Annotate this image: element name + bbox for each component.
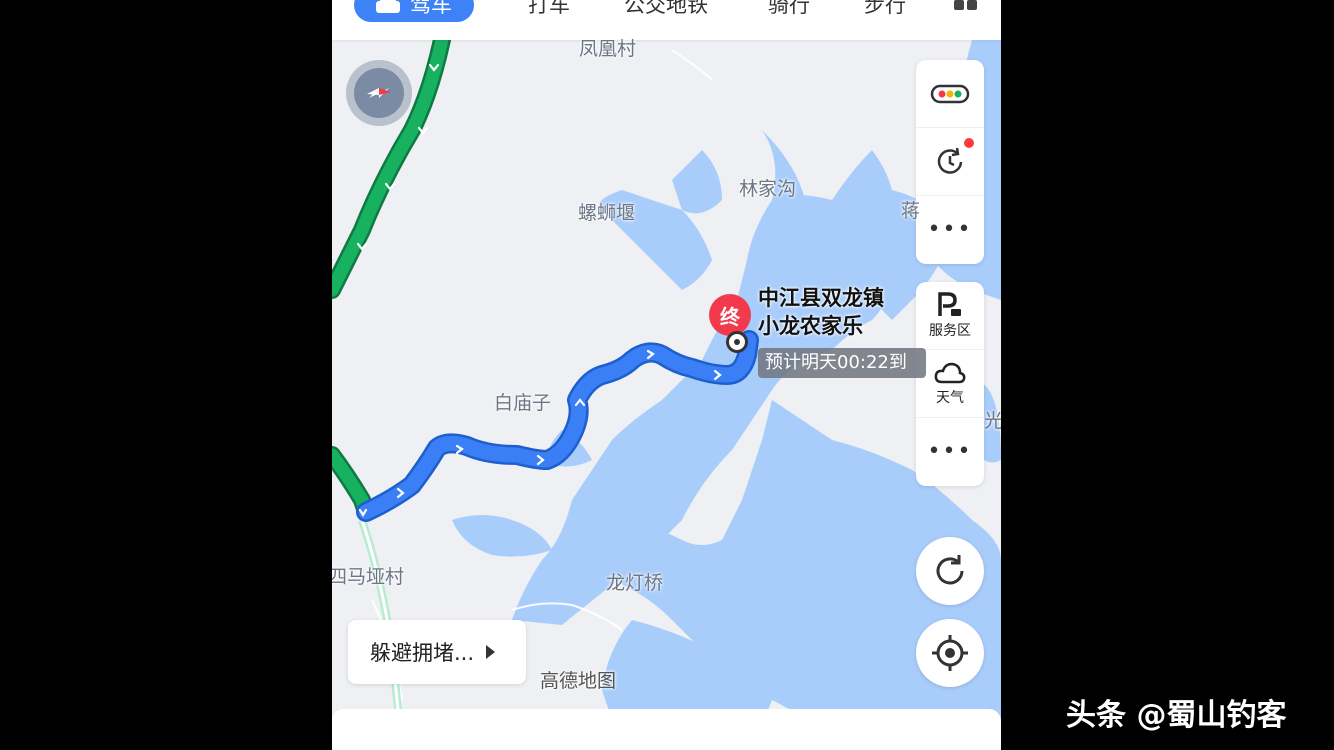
destination-name-line2: 小龙农家乐 [758, 314, 863, 338]
grid-menu-icon[interactable] [954, 0, 978, 12]
place-label: 光 [984, 410, 1001, 432]
phone-screen: 驾车 打车 公交地铁 骑行 步行 ••• 服务区 天气 ••• 凤凰村 林家沟 … [332, 0, 1001, 750]
more-icon: ••• [927, 217, 973, 242]
tab-walking[interactable]: 步行 [864, 0, 906, 22]
refresh-button[interactable] [916, 537, 984, 605]
cloud-icon [934, 362, 966, 383]
locate-button[interactable] [916, 619, 984, 687]
place-label: 四马垭村 [332, 566, 405, 588]
compass-button[interactable] [346, 60, 412, 126]
traffic-toggle-button[interactable] [916, 60, 984, 128]
watermark: 头条 @蜀山钓客 [1066, 698, 1287, 733]
avoid-congestion-label: 躲避拥堵... [370, 641, 475, 665]
route-bottom-sheet[interactable] [332, 709, 1001, 750]
tab-driving[interactable]: 驾车 [354, 0, 474, 22]
avoid-congestion-button[interactable]: 躲避拥堵... [348, 620, 526, 684]
weather-button[interactable]: 天气 [916, 350, 984, 418]
map-tools-panel: ••• [916, 60, 984, 264]
service-area-label: 服务区 [929, 322, 971, 339]
compass-icon [354, 68, 404, 118]
more-icon: ••• [927, 439, 973, 464]
service-area-button[interactable]: 服务区 [916, 282, 984, 350]
eta-badge: 预计明天00:22到 [758, 348, 926, 378]
more-tools-button[interactable]: ••• [916, 196, 984, 264]
place-label: 龙灯桥 [606, 572, 664, 594]
place-label: 蒋 [901, 200, 921, 222]
locate-icon [932, 635, 968, 671]
map-provider-logo: 高德地图 [540, 670, 617, 692]
route-info-panel: 服务区 天气 ••• [916, 282, 984, 486]
clock-refresh-icon [937, 147, 963, 174]
destination-name-line1: 中江县双龙镇 [758, 286, 884, 310]
destination-marker[interactable]: 终 [709, 294, 751, 336]
play-arrow-icon [486, 645, 496, 659]
place-label: 凤凰村 [579, 38, 637, 60]
refresh-icon [936, 555, 964, 585]
place-label: 螺蛳堰 [578, 202, 636, 224]
destination-point[interactable] [726, 331, 748, 353]
traffic-light-icon [930, 84, 970, 103]
parking-icon [938, 291, 961, 316]
tab-cycling[interactable]: 骑行 [768, 0, 810, 22]
car-icon [376, 0, 400, 13]
tab-taxi[interactable]: 打车 [528, 0, 570, 22]
tab-label: 驾车 [410, 0, 452, 17]
place-label: 白庙子 [494, 392, 552, 414]
weather-label: 天气 [936, 389, 964, 406]
transport-tab-bar: 驾车 打车 公交地铁 骑行 步行 [332, 0, 1001, 40]
history-button[interactable] [916, 128, 984, 196]
place-label: 林家沟 [739, 178, 797, 200]
destination-name: 中江县双龙镇 小龙农家乐 [758, 284, 884, 340]
more-route-tools-button[interactable]: ••• [916, 418, 984, 486]
notification-dot [964, 138, 974, 148]
tab-transit[interactable]: 公交地铁 [624, 0, 708, 22]
